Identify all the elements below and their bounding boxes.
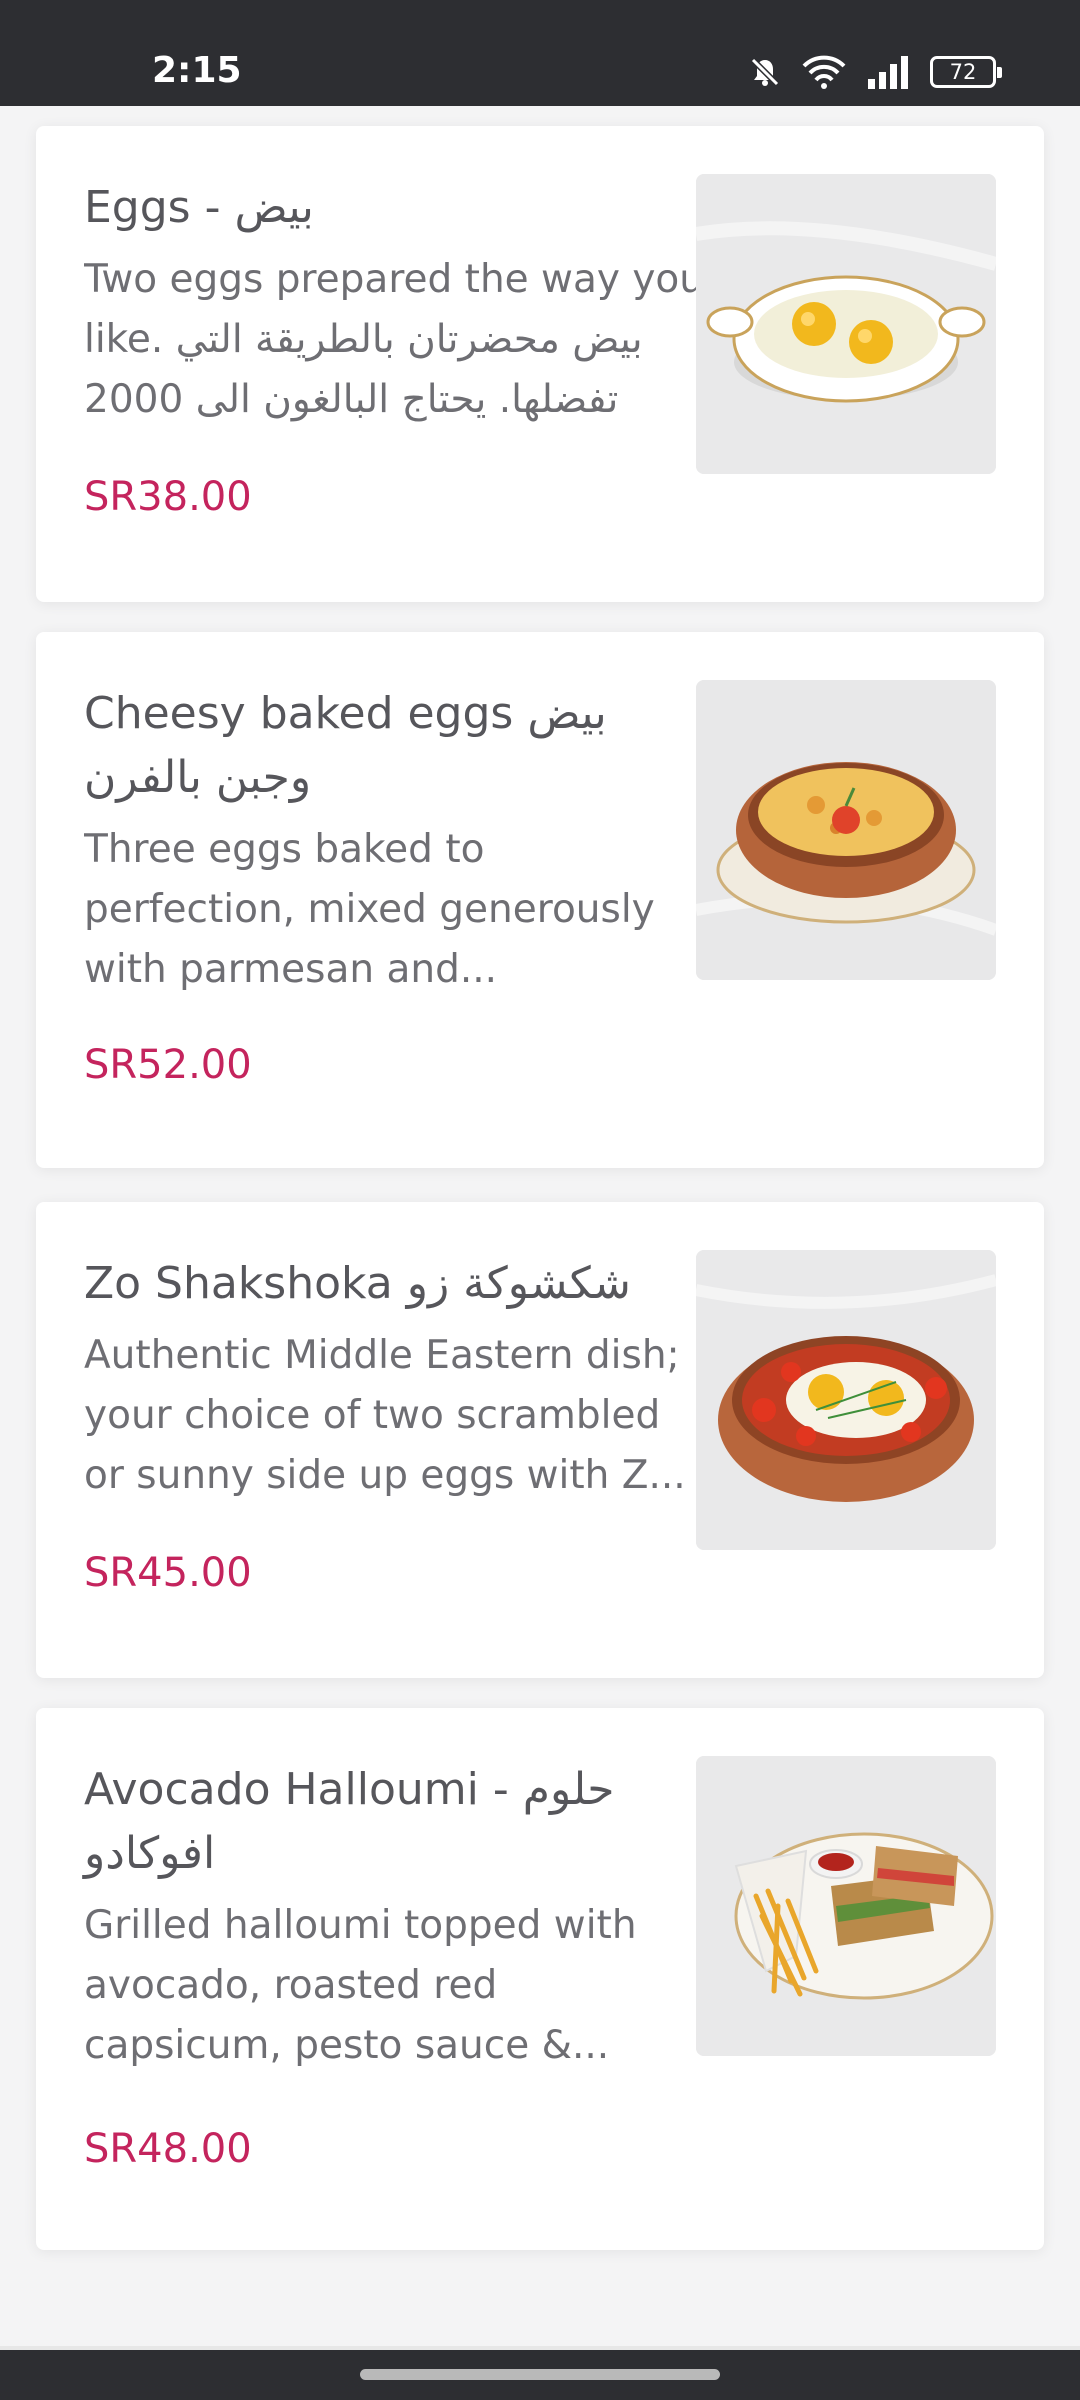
- menu-item-card[interactable]: Eggs - بيض Two eggs prepared the way you…: [36, 126, 1044, 602]
- bell-off-icon: [748, 55, 782, 89]
- item-name: Eggs - بيض: [84, 182, 314, 233]
- item-name: Avocado Halloumi - حلوم افوكادو: [84, 1764, 615, 1879]
- item-price: SR48.00: [84, 2126, 252, 2172]
- system-navigation-bar: [0, 2350, 1080, 2400]
- battery-icon: 72: [930, 56, 1002, 88]
- menu-item-card[interactable]: Zo Shakshoka شكشوكة زو Authentic Middle …: [36, 1202, 1044, 1678]
- item-text: Avocado Halloumi - حلوم افوكادو Grilled …: [84, 1758, 704, 2076]
- menu-item-card[interactable]: Cheesy baked eggs بيض وجبن بالفرن Three …: [36, 632, 1044, 1168]
- item-name: Cheesy baked eggs بيض وجبن بالفرن: [84, 688, 607, 803]
- item-description: Authentic Middle Eastern dish; your choi…: [84, 1333, 686, 1498]
- status-time: 2:15: [152, 50, 242, 91]
- shakshoka-image[interactable]: [696, 1250, 996, 1550]
- signal-icon: [866, 55, 910, 89]
- item-description: Two eggs prepared the way you like. بيض …: [84, 257, 704, 422]
- halloumi-sandwich-image[interactable]: [696, 1756, 996, 2056]
- item-price: SR45.00: [84, 1550, 252, 1596]
- item-description: Three eggs baked to perfection, mixed ge…: [84, 827, 655, 992]
- item-name: Zo Shakshoka شكشوكة زو: [84, 1258, 631, 1309]
- menu-item-card[interactable]: Avocado Halloumi - حلوم افوكادو Grilled …: [36, 1708, 1044, 2250]
- status-icons: 72: [748, 54, 1002, 90]
- status-bar: 2:15 72: [0, 0, 1080, 106]
- home-indicator[interactable]: [360, 2369, 720, 2380]
- cheesy-baked-eggs-image[interactable]: [696, 680, 996, 980]
- item-text: Eggs - بيض Two eggs prepared the way you…: [84, 176, 704, 430]
- wifi-icon: [802, 55, 846, 89]
- item-text: Cheesy baked eggs بيض وجبن بالفرن Three …: [84, 682, 704, 1000]
- item-text: Zo Shakshoka شكشوكة زو Authentic Middle …: [84, 1252, 704, 1506]
- item-price: SR52.00: [84, 1042, 252, 1088]
- menu-item-list[interactable]: Eggs - بيض Two eggs prepared the way you…: [0, 106, 1080, 2350]
- item-price: SR38.00: [84, 474, 252, 520]
- item-description: Grilled halloumi topped with avocado, ro…: [84, 1903, 637, 2068]
- fried-eggs-dish-image[interactable]: [696, 174, 996, 474]
